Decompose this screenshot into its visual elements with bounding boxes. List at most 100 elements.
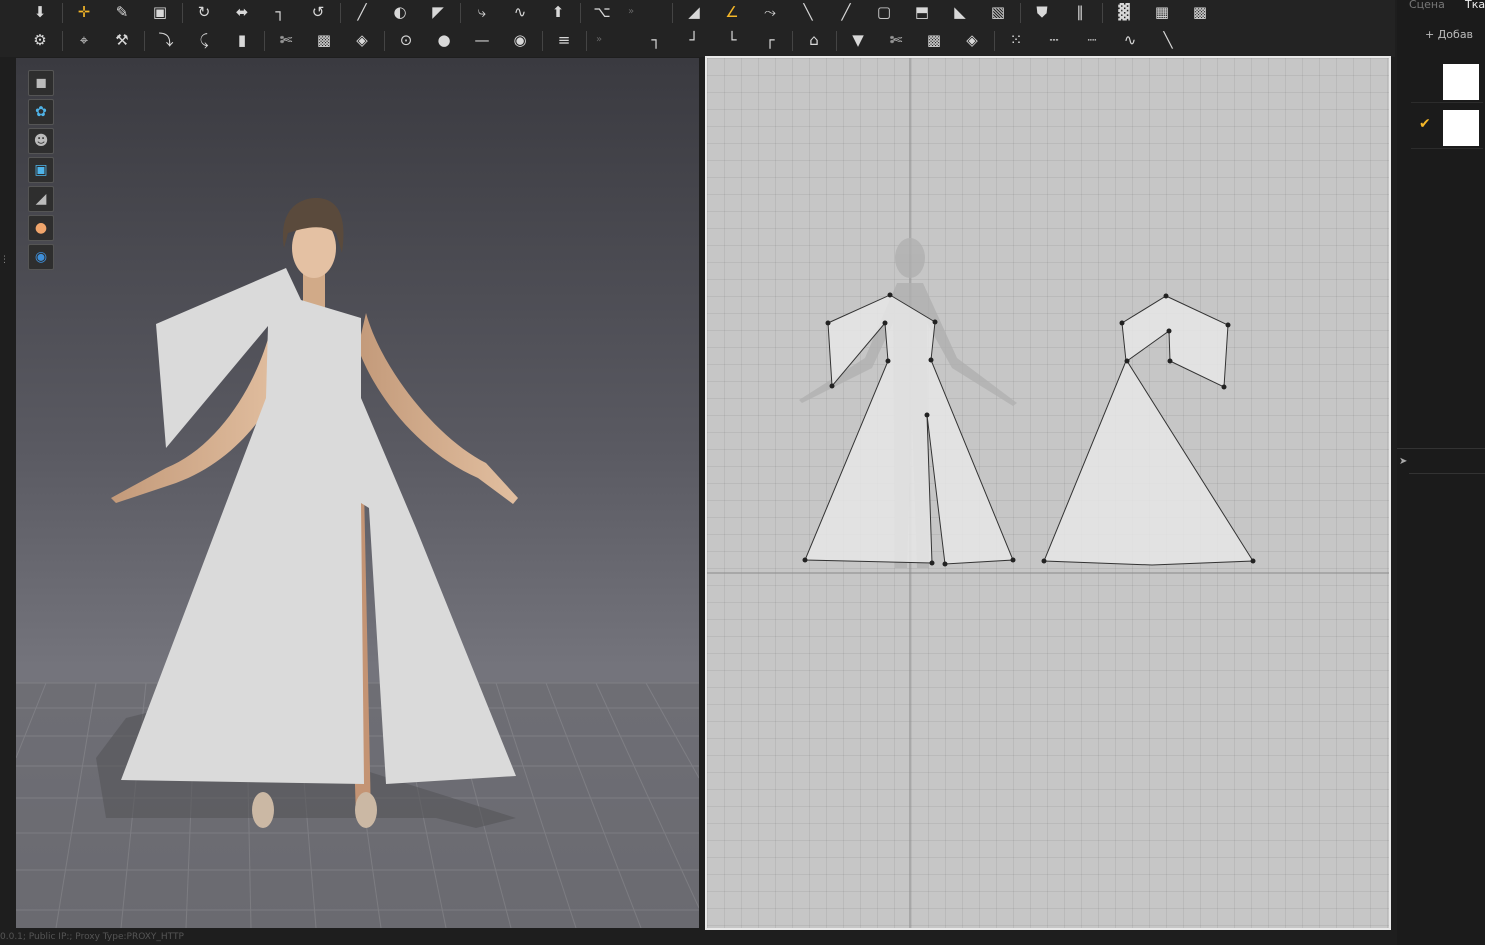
sew-free-icon[interactable]: ∿: [508, 0, 532, 24]
toolbar-separator: [994, 31, 995, 51]
toolbar-separator: [1102, 3, 1103, 23]
edit-pen-icon[interactable]: ✎: [110, 0, 134, 24]
rect-pattern-icon[interactable]: ▢: [872, 0, 896, 24]
tuck-icon[interactable]: ⤹: [192, 28, 216, 52]
avatar-right-foot: [355, 792, 377, 828]
texture-icon[interactable]: ▣: [28, 157, 54, 183]
transform-box-icon[interactable]: ▣: [148, 0, 172, 24]
tab-fabric[interactable]: Ткан: [1465, 0, 1485, 11]
status-bar: 0.0.1; Public IP:; Proxy Type:PROXY_HTTP: [0, 932, 184, 942]
dashed-line-icon[interactable]: ┄: [1042, 28, 1066, 52]
fabric-swatch: [1443, 64, 1479, 100]
sew-multi-icon[interactable]: ⬆: [546, 0, 570, 24]
3d-scene: [16, 198, 699, 928]
grid-b-icon[interactable]: ▩: [1188, 0, 1212, 24]
dotted-line-icon[interactable]: ┈: [1080, 28, 1104, 52]
toolbar-separator: [144, 31, 145, 51]
trace-icon[interactable]: ⬒: [910, 0, 934, 24]
toolbar-separator: [836, 31, 837, 51]
pattern-piece-front[interactable]: [804, 294, 1014, 565]
graph-icon[interactable]: ▓: [1112, 0, 1136, 24]
stitch-line-icon[interactable]: ╲: [1156, 28, 1180, 52]
point-move-icon[interactable]: ⬌: [230, 0, 254, 24]
toolbar-separator: [542, 31, 543, 51]
checker-2-icon[interactable]: ▩: [922, 28, 946, 52]
2d-pattern-viewport[interactable]: [705, 56, 1391, 930]
garment-icon[interactable]: ◼: [28, 70, 54, 96]
panel-handle-icon[interactable]: ⋮: [0, 255, 9, 269]
checker-icon[interactable]: ▩: [312, 28, 336, 52]
pin-icon[interactable]: ⌖: [72, 28, 96, 52]
lock-icon[interactable]: ◉: [508, 28, 532, 52]
shield-icon[interactable]: ⛊: [1030, 0, 1054, 24]
sew-edit-icon[interactable]: ⤷: [470, 0, 494, 24]
fold-arrange-icon[interactable]: ⤵: [154, 28, 178, 52]
zipper-icon[interactable]: ≡: [552, 28, 576, 52]
brush-pin-icon[interactable]: ⚒: [110, 28, 134, 52]
polyline-icon[interactable]: ╲: [796, 0, 820, 24]
line-tool-icon[interactable]: ╱: [350, 0, 374, 24]
iron-icon[interactable]: ⌂: [802, 28, 826, 52]
move-cross-icon[interactable]: ✛: [72, 0, 96, 24]
expand-arrow-icon[interactable]: ➤: [1399, 456, 1407, 467]
line-draw-icon[interactable]: ╱: [834, 0, 858, 24]
object-browser-panel: Сцена Ткан + Добав ✔ ➤: [1397, 0, 1485, 945]
dress-3d: [121, 268, 516, 784]
grid-a-icon[interactable]: ▦: [1150, 0, 1174, 24]
add-fabric-button[interactable]: + Добав: [1425, 28, 1473, 41]
seam-a-icon[interactable]: ┐: [644, 28, 668, 52]
toolbar-separator: [672, 3, 673, 23]
check-pattern-icon[interactable]: ◈: [350, 28, 374, 52]
toolbar-separator: [62, 3, 63, 23]
3d-viewport[interactable]: ◼ ✿ ☻ ▣ ◢ ● ◉: [16, 58, 699, 928]
wave-line-icon[interactable]: ∿: [1118, 28, 1142, 52]
tab-scene[interactable]: Сцена: [1409, 0, 1445, 11]
seam-c-icon[interactable]: └: [720, 28, 744, 52]
fabric-item[interactable]: [1411, 60, 1483, 103]
toolbar-separator: [1020, 3, 1021, 23]
check-pattern-2-icon[interactable]: ◈: [960, 28, 984, 52]
skin-icon[interactable]: ●: [28, 215, 54, 241]
toolbar-separator: [460, 3, 461, 23]
fold-icon[interactable]: ◐: [388, 0, 412, 24]
pattern-piece-back[interactable]: [1043, 295, 1254, 566]
garment-icon[interactable]: ◤: [426, 0, 450, 24]
panel-divider: [1397, 448, 1485, 449]
sleeve-icon[interactable]: ▮: [230, 28, 254, 52]
button-round-icon[interactable]: ●: [432, 28, 456, 52]
download-icon[interactable]: ⬇: [28, 0, 52, 24]
fill-shape-icon[interactable]: ◣: [948, 0, 972, 24]
triangle-tool-icon[interactable]: ◢: [682, 0, 706, 24]
tshirt-icon[interactable]: ▼: [846, 28, 870, 52]
fabric-mod-icon[interactable]: ✄: [274, 28, 298, 52]
fabric-item[interactable]: ✔: [1411, 106, 1483, 149]
internal-shape-icon[interactable]: ▧: [986, 0, 1010, 24]
angle-tool-icon[interactable]: ∠: [720, 0, 744, 24]
segment-icon[interactable]: ┐: [268, 0, 292, 24]
collapse-icon[interactable]: »: [628, 6, 634, 17]
particle-icon[interactable]: ✿: [28, 99, 54, 125]
fabric-swatch: [1443, 110, 1479, 146]
toolbar-separator: [580, 3, 581, 23]
globe-icon[interactable]: ◉: [28, 244, 54, 270]
fabric-2-icon[interactable]: ✄: [884, 28, 908, 52]
2d-pattern-canvas: [707, 58, 1389, 928]
avatar-walk-icon[interactable]: ⚙: [28, 28, 52, 52]
collapse-icon[interactable]: »: [596, 34, 602, 45]
checkmark-icon: ✔: [1419, 116, 1431, 132]
rotate-curve-icon[interactable]: ↺: [306, 0, 330, 24]
curve-tool-icon[interactable]: ⤳: [758, 0, 782, 24]
seam-d-icon[interactable]: ┌: [758, 28, 782, 52]
edit-curve-icon[interactable]: ↻: [192, 0, 216, 24]
seam-b-icon[interactable]: ┘: [682, 28, 706, 52]
vertical-bars-icon[interactable]: ∥: [1068, 0, 1092, 24]
toolbar-separator: [62, 31, 63, 51]
line-minus-icon[interactable]: —: [470, 28, 494, 52]
toolbar-separator: [340, 3, 341, 23]
shirt-icon[interactable]: ⌥: [590, 0, 614, 24]
selected-points-icon[interactable]: ⁙: [1004, 28, 1028, 52]
avatar-icon[interactable]: ☻: [28, 128, 54, 154]
shading-icon[interactable]: ◢: [28, 186, 54, 212]
toolbar-separator: [586, 31, 587, 51]
button-icon[interactable]: ⊙: [394, 28, 418, 52]
